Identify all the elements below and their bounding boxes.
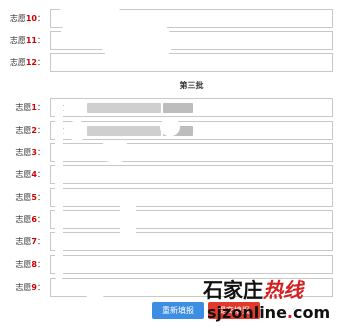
volunteer-label-11: 志愿11： bbox=[9, 36, 45, 45]
batch3-label-1: 志愿1： bbox=[15, 103, 45, 112]
batch3-label-8: 志愿8： bbox=[15, 260, 45, 269]
redaction-smudge bbox=[70, 120, 84, 142]
batch3-row-5: 志愿5： bbox=[0, 188, 350, 207]
volunteer-row-10: 志愿10： bbox=[0, 9, 350, 28]
batch3-row-7: 志愿7： bbox=[0, 232, 350, 251]
batch3-row-8: 志愿8： bbox=[0, 255, 350, 274]
redaction-smudge bbox=[120, 190, 136, 240]
batch3-row-6: 志愿6： bbox=[0, 210, 350, 229]
volunteer-row-11: 志愿11： bbox=[0, 31, 350, 50]
batch3-input-8[interactable] bbox=[50, 255, 333, 274]
volunteer-input-12[interactable] bbox=[50, 53, 333, 72]
redaction-smudge bbox=[55, 100, 63, 280]
section-title-third-batch: 第三批 bbox=[179, 81, 204, 90]
redaction-smudge bbox=[100, 140, 130, 162]
volunteer-label-10: 志愿10： bbox=[9, 14, 45, 23]
batch3-input-5[interactable] bbox=[50, 188, 333, 207]
batch3-input-1[interactable]: 黄 bbox=[50, 98, 333, 117]
batch3-row-3: 志愿3： bbox=[0, 143, 350, 162]
batch3-row-1: 志愿1： 黄 bbox=[0, 98, 350, 117]
redaction-smudge bbox=[100, 14, 172, 62]
redaction-smudge bbox=[85, 285, 105, 299]
volunteer-row-12: 志愿12： bbox=[0, 53, 350, 72]
batch3-input-2[interactable]: 黄 bbox=[50, 121, 333, 140]
watermark-cn: 石家庄热线 bbox=[203, 278, 303, 302]
redaction-block bbox=[87, 126, 161, 136]
redaction-smudge bbox=[160, 118, 180, 136]
batch3-label-7: 志愿7： bbox=[15, 237, 45, 246]
batch3-label-9: 志愿9： bbox=[15, 283, 45, 292]
redaction-smudge bbox=[100, 168, 122, 182]
watermark-en: sjzonline.com bbox=[207, 303, 331, 322]
batch3-input-4[interactable] bbox=[50, 165, 333, 184]
volunteer-label-12: 志愿12： bbox=[9, 58, 45, 67]
batch3-input-6[interactable] bbox=[50, 210, 333, 229]
watermark-logo: 石家庄热线 sjzonline.com bbox=[203, 278, 348, 328]
batch3-label-4: 志愿4： bbox=[15, 170, 45, 179]
batch3-input-3[interactable] bbox=[50, 143, 333, 162]
reset-button[interactable]: 重新填报 bbox=[152, 302, 204, 319]
batch3-input-7[interactable] bbox=[50, 232, 333, 251]
batch3-label-2: 志愿2： bbox=[15, 126, 45, 135]
batch3-label-3: 志愿3： bbox=[15, 148, 45, 157]
batch3-row-4: 志愿4： bbox=[0, 165, 350, 184]
batch3-label-6: 志愿6： bbox=[15, 215, 45, 224]
redaction-block bbox=[163, 103, 193, 113]
redaction-block bbox=[87, 103, 161, 113]
batch3-label-5: 志愿5： bbox=[15, 193, 45, 202]
